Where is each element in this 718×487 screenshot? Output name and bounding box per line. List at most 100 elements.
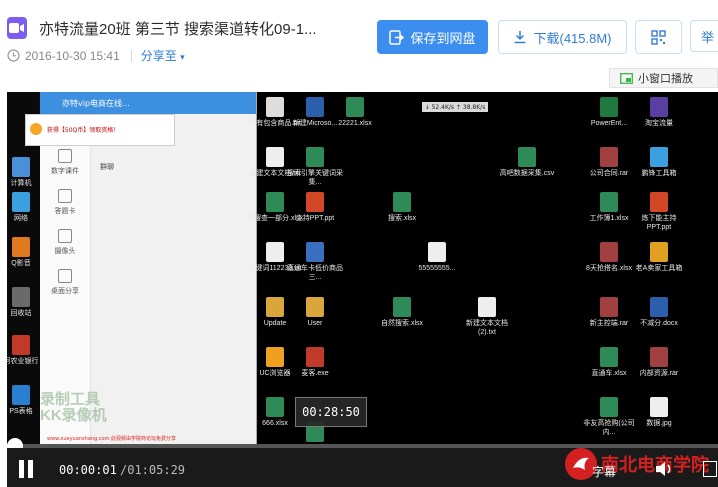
file-icon xyxy=(393,297,411,317)
video-desktop-icon: 阿农业银行 xyxy=(7,335,49,366)
file-icon xyxy=(12,385,30,405)
file-icon xyxy=(12,237,30,257)
video-desktop-icon: 公司合同.rar xyxy=(581,147,637,178)
mini-window-label: 小窗口播放 xyxy=(638,73,693,85)
file-icon xyxy=(600,97,618,117)
pause-button[interactable] xyxy=(18,460,34,478)
video-desktop-icon-label: 新主控端.rar xyxy=(589,320,629,327)
report-button[interactable]: 举 xyxy=(690,20,718,52)
video-desktop-icon-label: 网络 xyxy=(14,215,28,222)
video-desktop-icon: 自然搜索.xlsx xyxy=(374,297,430,328)
subtitle-button[interactable]: 字幕 xyxy=(592,463,616,480)
video-desktop-icon: 搜索引擎关键词采集... xyxy=(287,147,343,187)
clock-icon xyxy=(7,49,20,62)
share-label: 分享至 xyxy=(140,49,177,63)
file-icon xyxy=(306,192,324,212)
file-icon xyxy=(650,242,668,262)
video-popup-notice: 获得【50Q币】领取资格！ xyxy=(25,114,175,146)
hover-time-tooltip: 00:28:50 xyxy=(295,397,367,427)
video-desktop-icon: 内部资源.rar xyxy=(631,347,687,378)
total-time: /01:05:29 xyxy=(120,463,186,477)
file-title: 亦特流量20班 第三节 搜索渠道转化09-1... xyxy=(39,21,317,38)
video-window-content: 群聊 xyxy=(100,163,114,171)
file-icon xyxy=(266,242,284,262)
video-desktop-icon: 非友高抢购(公司内... xyxy=(581,397,637,437)
video-desktop-icon: 麦客.exe xyxy=(287,347,343,378)
pause-icon xyxy=(19,460,24,478)
fullscreen-button[interactable] xyxy=(703,461,717,477)
video-desktop-icon-label: 55555555... xyxy=(418,265,456,272)
save-label: 保存到网盘 xyxy=(410,30,476,46)
video-desktop-icon: 数据.jpg xyxy=(631,397,687,428)
file-icon xyxy=(518,147,536,167)
file-icon xyxy=(346,97,364,117)
file-meta: 2016-10-30 15:41 分享至 ▾ xyxy=(7,47,185,64)
video-desktop-icon: 主持PPT.ppt xyxy=(287,192,343,223)
video-desktop-icon-label: 8天抢搭名.xlsx xyxy=(586,265,632,272)
file-icon xyxy=(266,297,284,317)
video-desktop-icon-label: 回收站 xyxy=(10,310,32,317)
video-desktop-icon-label: 高吧数据采集.csv xyxy=(499,170,555,177)
download-button[interactable]: 下载(415.8M) xyxy=(498,20,627,54)
video-desktop-icon: 55555555... xyxy=(409,242,465,273)
volume-button[interactable] xyxy=(655,461,673,481)
mini-window-icon xyxy=(620,72,633,84)
file-icon xyxy=(306,97,324,117)
qrcode-button[interactable] xyxy=(635,20,682,54)
file-icon xyxy=(12,192,30,212)
file-icon xyxy=(266,97,284,117)
file-icon xyxy=(266,347,284,367)
video-desktop-icon: 炼下能主持PPT.ppt xyxy=(631,192,687,232)
file-icon xyxy=(650,397,668,417)
video-desktop-icon-label: 搜索引擎关键词采集... xyxy=(287,170,343,186)
video-desktop-icon: 高吧数据采集.csv xyxy=(499,147,555,178)
file-icon xyxy=(393,192,411,212)
video-desktop-icon: 搜索.xlsx xyxy=(374,192,430,223)
video-desktop-icon-label: PS表格 xyxy=(9,408,33,415)
video-desktop-icon-label: 数据.jpg xyxy=(646,420,672,427)
video-player[interactable]: 亦特vip电商在线... 数字课件 答题卡 摄像头 桌面分享 群聊 获得【50Q… xyxy=(7,92,718,487)
video-watermark: 录制工具 KK录像机 xyxy=(40,391,107,424)
brand-logo: 南北电商学院 xyxy=(565,448,709,480)
file-icon xyxy=(600,297,618,317)
video-desktop-icon: 鹏锋工具箱 xyxy=(631,147,687,178)
download-label: 下载(415.8M) xyxy=(533,30,612,46)
file-header: 亦特流量20班 第三节 搜索渠道转化09-1... 2016-10-30 15:… xyxy=(0,0,718,68)
file-icon xyxy=(478,297,496,317)
download-icon xyxy=(514,31,526,44)
video-desktop-icon: 淘宝流量 xyxy=(631,97,687,128)
video-desktop-icon-label: 新建文本文档 (2).txt xyxy=(466,320,508,336)
video-desktop-icon: 老A卖家工具箱 xyxy=(631,242,687,273)
save-to-netdisk-button[interactable]: 保存到网盘 xyxy=(377,20,488,54)
file-icon xyxy=(600,397,618,417)
video-desktop-icon-label: 工作簿1.xlsx xyxy=(589,215,629,222)
video-desktop-icon: 22221.xlsx xyxy=(327,97,383,128)
video-desktop-icon-label: 非友高抢购(公司内... xyxy=(583,420,635,436)
video-desktop-icon: 计算机 xyxy=(7,157,49,188)
file-icon xyxy=(650,347,668,367)
file-icon xyxy=(266,397,284,417)
save-icon xyxy=(389,29,405,45)
coin-icon xyxy=(30,123,42,135)
video-desktop-icon-label: 不减分.docx xyxy=(640,320,678,327)
qrcode-icon xyxy=(651,29,666,45)
file-icon xyxy=(306,147,324,167)
video-desktop-icon-label: 淘宝流量 xyxy=(645,120,673,127)
video-desktop-icon-label: 麦客.exe xyxy=(301,370,329,377)
file-icon xyxy=(650,97,668,117)
mini-window-button[interactable]: 小窗口播放 xyxy=(609,68,718,88)
video-desktop-icon: 新主控端.rar xyxy=(581,297,637,328)
video-desktop-icon-label: 鹏锋工具箱 xyxy=(641,170,677,177)
video-desktop-icon: 不减分.docx xyxy=(631,297,687,328)
video-desktop-icon-label: 老A卖家工具箱 xyxy=(635,265,683,272)
file-icon xyxy=(600,192,618,212)
file-icon xyxy=(600,242,618,262)
file-icon xyxy=(650,297,668,317)
file-icon xyxy=(12,287,30,307)
video-desktop-icon: 工作簿1.xlsx xyxy=(581,192,637,223)
share-link[interactable]: 分享至 ▾ xyxy=(141,47,185,64)
video-window-title: 亦特vip电商在线... xyxy=(40,92,256,114)
file-icon xyxy=(306,297,324,317)
video-desktop-icon-label: 计算机 xyxy=(10,180,32,187)
file-icon xyxy=(428,242,446,262)
